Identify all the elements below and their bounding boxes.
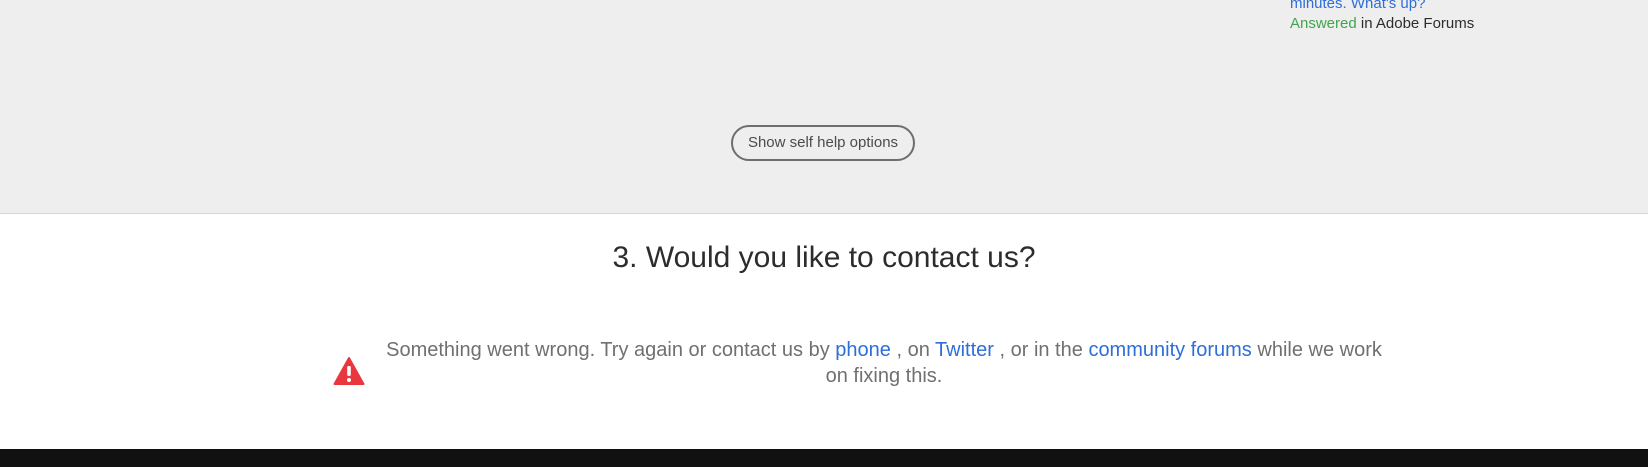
forum-result-status: Answered in Adobe Forums bbox=[1290, 14, 1474, 34]
warning-icon bbox=[333, 357, 365, 385]
forum-result-title-link[interactable]: minutes. What's up? bbox=[1290, 0, 1474, 14]
error-text-part-1: Something went wrong. Try again or conta… bbox=[386, 339, 830, 361]
contact-error-message: Something went wrong. Try again or conta… bbox=[384, 337, 1384, 389]
twitter-link[interactable]: Twitter bbox=[935, 339, 994, 361]
contact-us-heading: 3. Would you like to contact us? bbox=[612, 241, 1036, 274]
page-footer bbox=[0, 449, 1648, 467]
show-self-help-options-button[interactable]: Show self help options bbox=[731, 125, 915, 161]
community-forums-link[interactable]: community forums bbox=[1088, 339, 1251, 361]
phone-link[interactable]: phone bbox=[835, 339, 891, 361]
self-help-section: minutes. What's up? Answered in Adobe Fo… bbox=[0, 0, 1648, 214]
error-text-part-3: , or in the bbox=[999, 339, 1083, 361]
error-text-part-2: , on bbox=[896, 339, 930, 361]
forum-result-location: in Adobe Forums bbox=[1360, 15, 1475, 32]
answered-badge: Answered bbox=[1290, 15, 1357, 32]
forum-result-item: minutes. What's up? Answered in Adobe Fo… bbox=[1290, 0, 1474, 34]
